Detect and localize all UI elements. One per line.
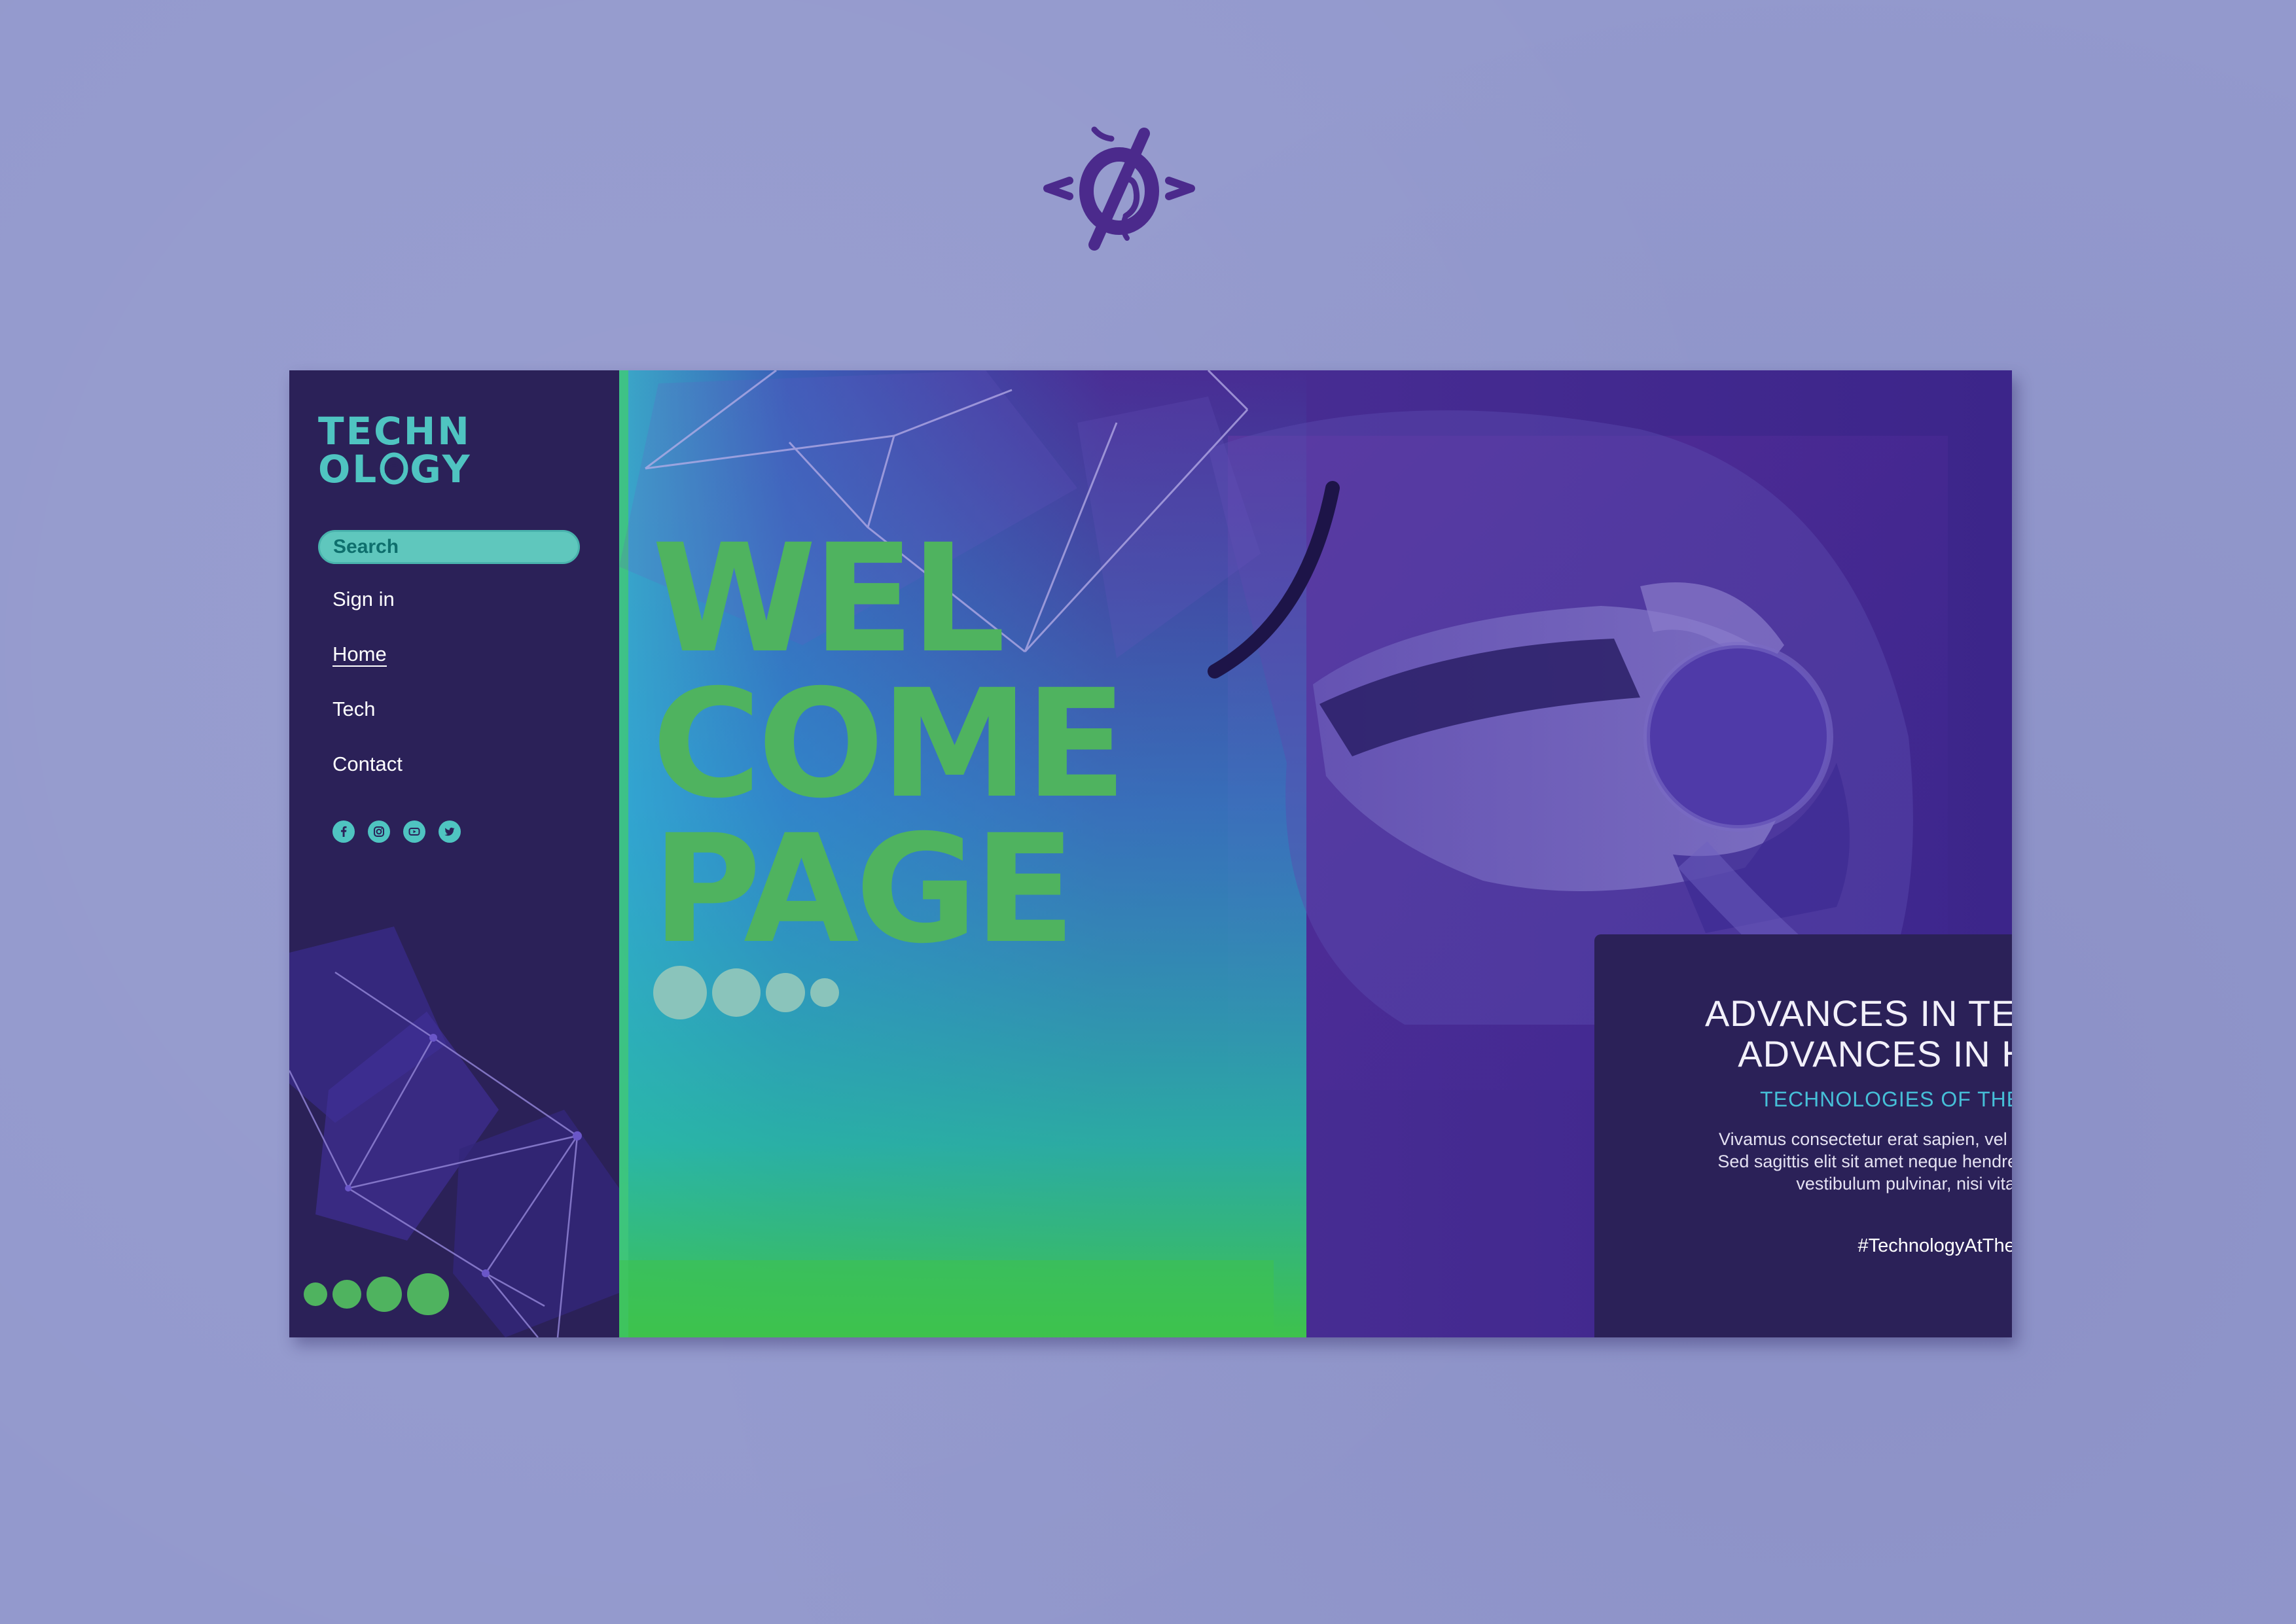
youtube-icon[interactable] xyxy=(403,821,425,843)
logo-line-1: TECHN xyxy=(318,409,471,453)
hero-title-line: PAGE xyxy=(652,802,1076,976)
instagram-icon[interactable] xyxy=(368,821,390,843)
network-decoration xyxy=(289,927,619,1337)
logo-line-2-start: OL xyxy=(318,447,379,491)
dot xyxy=(332,1280,361,1309)
info-card: ADVANCES IN TECHNOLOGY ADVANCES IN HUMAN… xyxy=(1594,934,2012,1337)
slider-dot[interactable] xyxy=(712,968,761,1017)
dot xyxy=(367,1277,402,1312)
slider-dot[interactable] xyxy=(810,978,839,1007)
nav-item-label: Sign in xyxy=(332,588,395,610)
dot xyxy=(304,1282,327,1306)
website-mockup: TECHN OL GY Sign in Home Tech Contact xyxy=(289,370,2012,1337)
slider-pagination xyxy=(653,966,839,1019)
hero-title-line: COME xyxy=(652,657,1127,831)
info-subheading: TECHNOLOGIES OF THE FUTURE NOW xyxy=(1760,1087,2012,1111)
facebook-icon[interactable] xyxy=(332,821,355,843)
nav-item-tech[interactable]: Tech xyxy=(332,696,403,751)
nav-item-home[interactable]: Home xyxy=(332,641,403,696)
slider-dot[interactable] xyxy=(766,973,805,1012)
slider-dot-active[interactable] xyxy=(653,966,707,1019)
site-logo[interactable]: TECHN OL GY xyxy=(318,412,472,488)
dot xyxy=(407,1273,449,1315)
logo-line-2: OL GY xyxy=(318,450,472,488)
nav-item-sign-in[interactable]: Sign in xyxy=(332,586,403,641)
hashtag-link[interactable]: #TechnologyAtTheService xyxy=(1594,1234,2012,1258)
info-heading-line: ADVANCES IN HUMANITY xyxy=(1738,1033,2012,1074)
nav-item-contact[interactable]: Contact xyxy=(332,751,403,806)
sidebar: TECHN OL GY Sign in Home Tech Contact xyxy=(289,370,619,1337)
hero-section: WEL COME PAGE ADVANCES IN TECHNOLOGY ADV… xyxy=(619,370,2012,1337)
nav-item-label: Tech xyxy=(332,697,376,720)
info-body-text: Vivamus consectetur erat sapien, vel gra… xyxy=(1717,1129,2012,1193)
logo-line-2-end: GY xyxy=(410,447,472,491)
search-input[interactable] xyxy=(318,530,580,564)
nav-item-label: Home xyxy=(332,643,387,667)
hero-title-line: WEL xyxy=(652,512,1006,686)
hero-title: WEL COME PAGE xyxy=(652,512,1127,976)
sidebar-nav: Sign in Home Tech Contact xyxy=(332,586,403,806)
info-heading-line: ADVANCES IN TECHNOLOGY xyxy=(1704,993,2012,1034)
social-links xyxy=(332,821,461,843)
info-heading: ADVANCES IN TECHNOLOGY ADVANCES IN HUMAN… xyxy=(1594,993,2012,1074)
decorative-dots xyxy=(304,1273,449,1315)
brand-monogram-icon xyxy=(1043,126,1195,251)
twitter-icon[interactable] xyxy=(439,821,461,843)
nav-item-label: Contact xyxy=(332,752,403,775)
logo-headset-icon xyxy=(380,452,408,485)
